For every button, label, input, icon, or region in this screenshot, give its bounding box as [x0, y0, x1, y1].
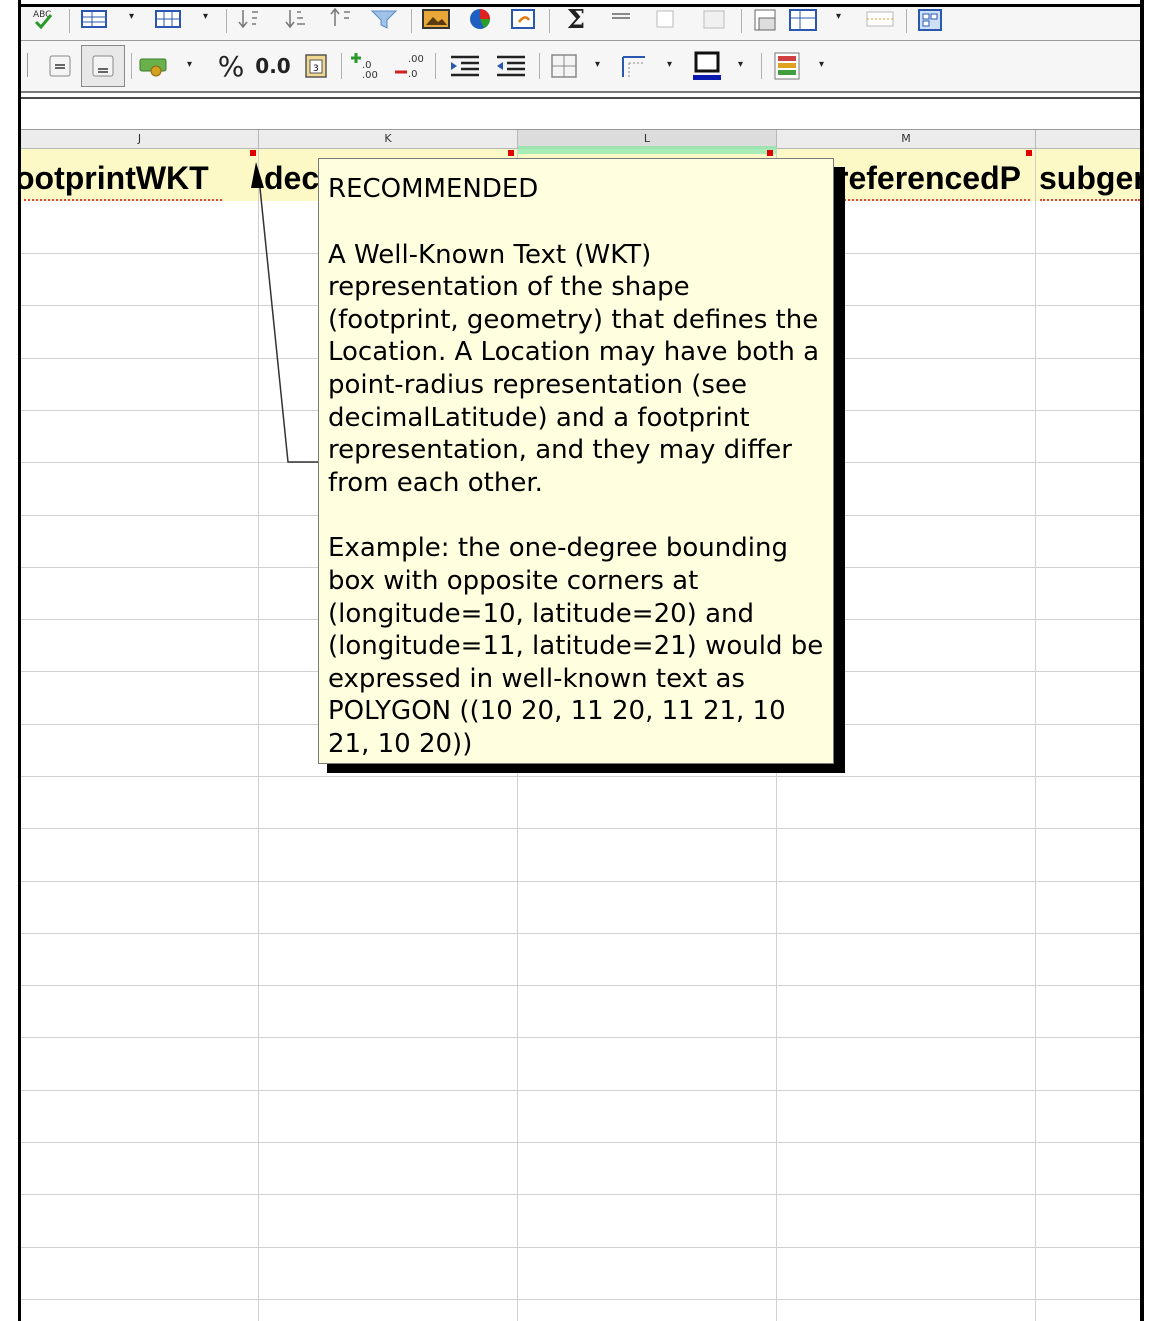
- chevron-down-icon[interactable]: ▾: [667, 59, 672, 70]
- sort-ascending-icon[interactable]: [234, 7, 264, 31]
- comment-icon[interactable]: [651, 7, 681, 31]
- comment-indicator[interactable]: [508, 150, 514, 156]
- cell-comment-popup: RECOMMENDED A Well-Known Text (WKT) repr…: [318, 158, 834, 764]
- column-label: L: [643, 132, 651, 145]
- decrease-indent-icon[interactable]: [491, 51, 531, 81]
- grid-line: [21, 1194, 1140, 1195]
- grid-line: [21, 881, 1140, 882]
- sum-label: Σ: [566, 5, 586, 35]
- sort-icon[interactable]: [326, 7, 356, 31]
- function-icon[interactable]: [606, 7, 636, 31]
- sort-descending-icon[interactable]: [281, 7, 311, 31]
- formatting-toolbar: ▾ % 0.0 3 .0.00 .00.0 ▾ ▾ ▾ ▾: [21, 41, 1140, 93]
- conditional-formatting-icon[interactable]: [769, 49, 805, 83]
- spellcheck-icon[interactable]: ABC: [29, 7, 59, 31]
- window-border-right: [1140, 0, 1144, 1321]
- spelling-underline: [1040, 195, 1140, 201]
- column-header-n[interactable]: [1036, 130, 1140, 149]
- number-format-button[interactable]: 0.0: [253, 51, 293, 81]
- pivot-table-icon[interactable]: [508, 7, 540, 31]
- add-decimal-place-icon[interactable]: .0.00: [349, 49, 383, 81]
- chevron-down-icon[interactable]: ▾: [187, 59, 192, 70]
- grid-line: [21, 985, 1140, 986]
- cell-n1[interactable]: subger: [1039, 149, 1140, 201]
- date-format-icon[interactable]: 3: [301, 51, 331, 81]
- insert-chart-icon[interactable]: [464, 7, 496, 31]
- chevron-down-icon[interactable]: ▾: [203, 11, 208, 22]
- comment-example: Example: the one-degree bounding box wit…: [328, 533, 824, 759]
- selected-cell-highlight: [518, 149, 776, 154]
- column-header-j[interactable]: J: [21, 130, 259, 149]
- cell-text: referencedP: [836, 160, 1021, 196]
- formula-bar-border: [21, 97, 1140, 99]
- insert-columns-icon[interactable]: [153, 7, 183, 31]
- print-range-icon[interactable]: [749, 7, 783, 33]
- comment-heading: RECOMMENDED: [328, 174, 539, 204]
- percent-format-button[interactable]: %: [211, 49, 251, 83]
- align-bottom-button[interactable]: [81, 45, 125, 87]
- grid-line: [21, 1299, 1140, 1300]
- standard-toolbar: ABC ▾ ▾ Σ ▾: [21, 5, 1140, 41]
- grid-line: [21, 776, 1140, 777]
- delete-decimal-place-icon[interactable]: .00.0: [393, 49, 427, 81]
- grid-line: [21, 1090, 1140, 1091]
- grid-line: [21, 1247, 1140, 1248]
- column-header-m[interactable]: M: [777, 130, 1036, 149]
- increase-indent-icon[interactable]: [445, 51, 485, 81]
- column-label: K: [384, 132, 392, 145]
- cell-text: ootprintWKT: [21, 160, 209, 196]
- align-center-vertically-icon[interactable]: [47, 53, 73, 79]
- chevron-down-icon[interactable]: ▾: [738, 59, 743, 70]
- show-draw-functions-icon[interactable]: [914, 7, 946, 33]
- percent-label: %: [217, 49, 245, 83]
- chevron-down-icon[interactable]: ▾: [819, 59, 824, 70]
- sum-icon[interactable]: Σ: [556, 5, 596, 35]
- grid-line: [1035, 149, 1036, 1321]
- grid-line: [21, 1142, 1140, 1143]
- comment-indicator[interactable]: [1026, 150, 1032, 156]
- border-color-icon[interactable]: [687, 49, 727, 83]
- grid-line: [21, 828, 1140, 829]
- svg-text:.00: .00: [362, 70, 378, 80]
- chevron-down-icon[interactable]: ▾: [595, 59, 600, 70]
- number-format-label: 0.0: [255, 54, 291, 78]
- freeze-panes-icon[interactable]: [786, 7, 820, 33]
- grid-line: [21, 1037, 1140, 1038]
- header-footer-icon[interactable]: [699, 7, 729, 31]
- spelling-underline: [836, 195, 1030, 201]
- column-header-k[interactable]: K: [259, 130, 518, 149]
- grid-line: [21, 933, 1140, 934]
- chevron-down-icon[interactable]: ▾: [129, 11, 134, 22]
- cell-j1[interactable]: ootprintWKT: [21, 149, 257, 201]
- autofilter-icon[interactable]: [369, 7, 401, 31]
- cell-m1[interactable]: referencedP: [836, 149, 1034, 201]
- column-header-l[interactable]: L: [518, 130, 777, 149]
- border-style-icon[interactable]: [617, 51, 651, 81]
- chevron-down-icon[interactable]: ▾: [836, 11, 841, 22]
- svg-text:.0: .0: [408, 69, 418, 80]
- comment-description: A Well-Known Text (WKT) representation o…: [328, 239, 820, 498]
- borders-icon[interactable]: [547, 51, 581, 81]
- split-window-icon[interactable]: [863, 7, 897, 31]
- comment-indicator[interactable]: [767, 150, 773, 156]
- comment-indicator[interactable]: [250, 150, 256, 156]
- column-label: M: [901, 132, 911, 145]
- insert-image-icon[interactable]: [419, 7, 453, 31]
- svg-text:3: 3: [313, 64, 319, 74]
- insert-rows-icon[interactable]: [79, 7, 109, 31]
- currency-format-icon[interactable]: [137, 53, 171, 79]
- cell-text: subger: [1039, 160, 1140, 196]
- column-label: J: [137, 132, 142, 145]
- spelling-underline: [24, 195, 222, 201]
- svg-text:.00: .00: [408, 54, 424, 65]
- align-button-partial[interactable]: [21, 53, 28, 77]
